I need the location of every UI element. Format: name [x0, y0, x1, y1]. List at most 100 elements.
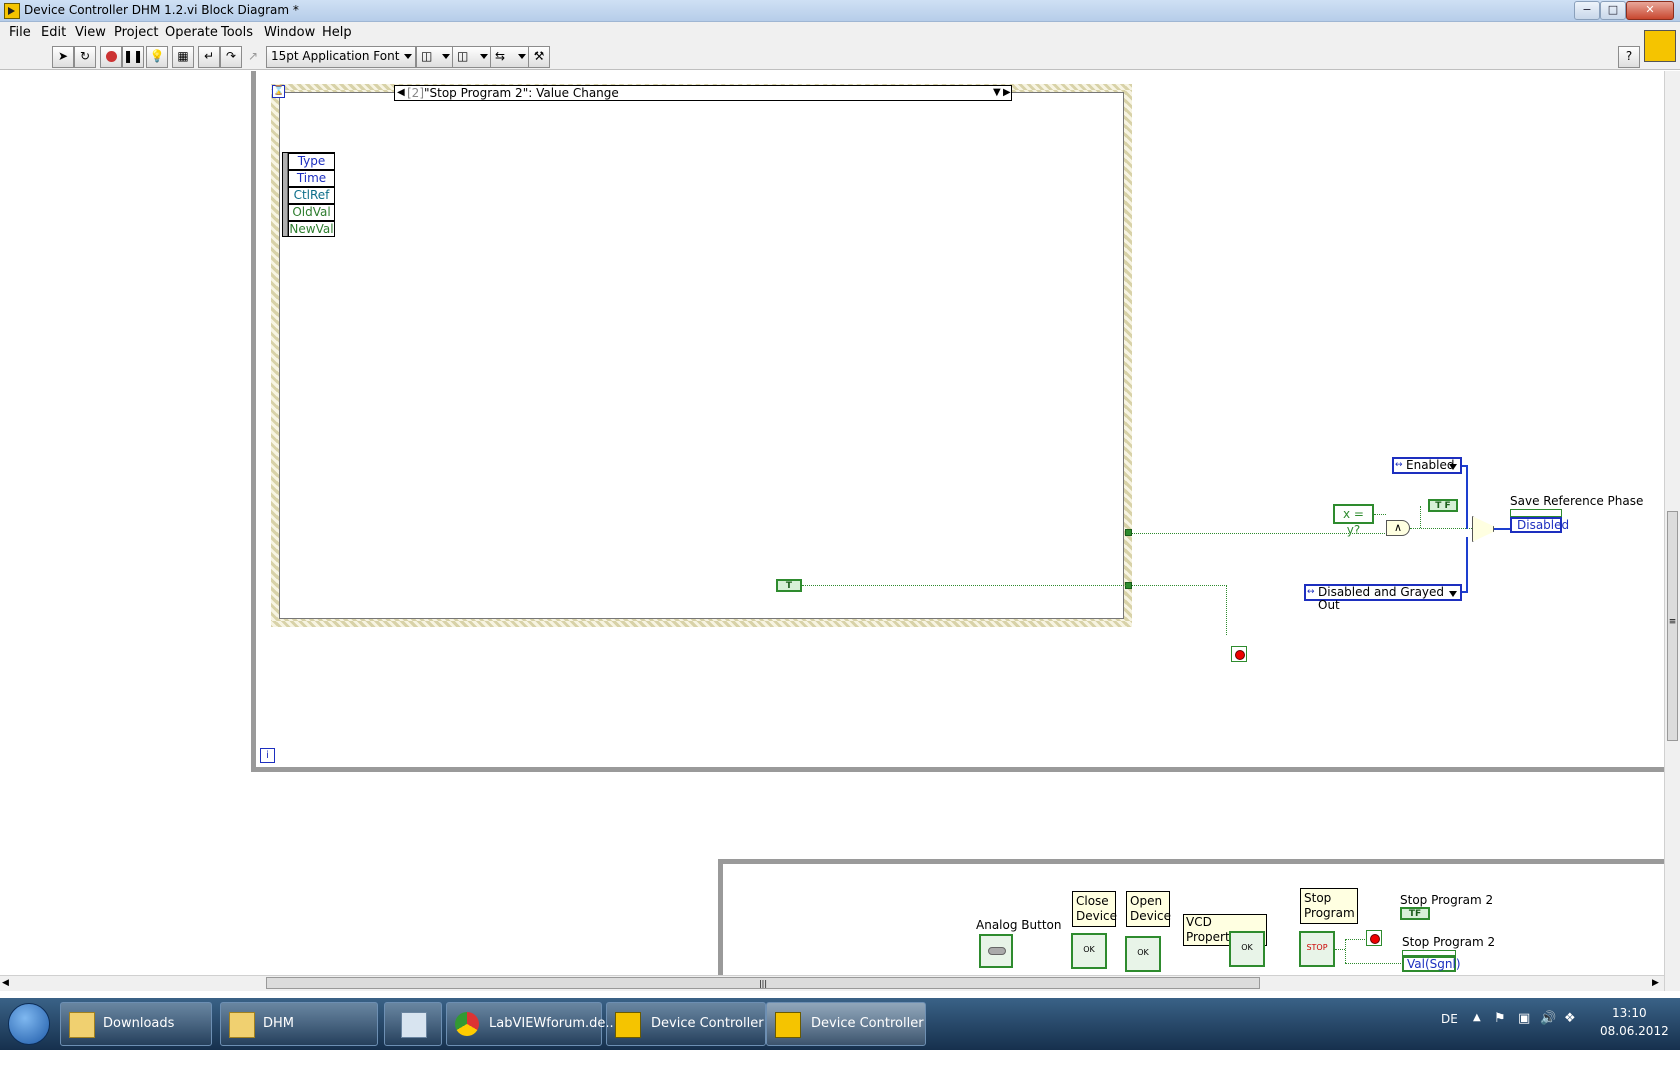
- run-continuously-icon[interactable]: ↻: [74, 46, 96, 68]
- vcd-properties-terminal[interactable]: OK: [1229, 931, 1265, 967]
- disabled-grayed-enum-constant[interactable]: Disabled and Grayed Out: [1304, 584, 1462, 612]
- taskbar-item-device-controller-1[interactable]: Device Controller ...: [606, 1002, 766, 1073]
- open-device-terminal[interactable]: OK: [1125, 936, 1161, 972]
- menu-window[interactable]: Window: [264, 25, 315, 40]
- taskbar: Downloads DHM LabVIEWforum.de... Device …: [0, 998, 1680, 1073]
- wire-stop-to-stopterm: [1345, 939, 1365, 940]
- stop-program-2-label-b: Stop Program 2: [1402, 935, 1496, 949]
- minimize-button[interactable]: −: [1574, 1, 1600, 20]
- output-tunnel-lower[interactable]: [1125, 582, 1132, 589]
- abort-icon[interactable]: [100, 46, 122, 68]
- menu-project[interactable]: Project: [114, 25, 158, 40]
- taskbar-item-device-controller-2[interactable]: Device Controller ...: [766, 1002, 926, 1073]
- stop-program-2-label-a: Stop Program 2: [1400, 893, 1494, 907]
- wire-true-to-tunnel: [802, 585, 1126, 586]
- wire-down-to-stop: [1226, 585, 1227, 635]
- event-data-newval: NewVal: [288, 221, 335, 237]
- vertical-scrollbar[interactable]: ≡: [1664, 71, 1680, 991]
- lower-loop-stop-terminal[interactable]: [1366, 930, 1382, 946]
- loop-iteration-terminal[interactable]: i: [260, 748, 275, 763]
- step-out-icon[interactable]: ↗: [242, 46, 264, 68]
- loop-stop-terminal[interactable]: [1231, 646, 1247, 662]
- boolean-indicator[interactable]: T F: [1428, 499, 1458, 512]
- window-title: Device Controller DHM 1.2.vi Block Diagr…: [24, 3, 299, 17]
- vi-icon[interactable]: [1644, 30, 1676, 62]
- distribute-objects-button[interactable]: ◫: [452, 46, 492, 68]
- taskbar-item-chrome[interactable]: LabVIEWforum.de...: [446, 1002, 618, 1046]
- val-sgnl-property[interactable]: Val(Sgnl): [1402, 956, 1461, 972]
- language-indicator[interactable]: DE: [1441, 1012, 1458, 1026]
- chevron-down-icon: [480, 54, 488, 59]
- horizontal-scrollbar[interactable]: ◀ ||| ▶: [0, 975, 1664, 991]
- labview-icon: [615, 1012, 641, 1038]
- highlight-execution-icon[interactable]: 💡: [146, 46, 168, 68]
- menu-edit[interactable]: Edit: [41, 25, 66, 40]
- output-tunnel-upper[interactable]: [1125, 529, 1132, 536]
- volume-icon[interactable]: 🔊: [1540, 1011, 1556, 1026]
- step-over-icon[interactable]: ↷: [220, 46, 242, 68]
- and-function[interactable]: ∧: [1386, 520, 1410, 536]
- true-constant[interactable]: T: [776, 579, 802, 592]
- menu-file[interactable]: File: [9, 25, 31, 40]
- cleanup-diagram-icon[interactable]: ⚒: [528, 46, 550, 68]
- close-button[interactable]: ✕: [1626, 1, 1674, 20]
- taskbar-item-explorer[interactable]: [384, 1002, 442, 1046]
- event-structure-frame[interactable]: [271, 84, 1132, 627]
- clock-date[interactable]: 08.06.2012: [1600, 1024, 1669, 1038]
- event-case-selector[interactable]: ◀ [2] "Stop Program 2": Value Change ▼ ▶: [394, 85, 1012, 101]
- taskbar-item-dhm[interactable]: DHM: [220, 1002, 378, 1046]
- dropbox-icon[interactable]: ❖: [1564, 1011, 1576, 1026]
- prev-case-icon[interactable]: ◀: [397, 86, 405, 100]
- next-case-icon[interactable]: ▶: [1003, 86, 1011, 100]
- distribute-icon: ◫: [457, 49, 469, 63]
- flag-icon[interactable]: ⚑: [1494, 1011, 1506, 1026]
- context-help-button[interactable]: ?: [1618, 46, 1640, 68]
- close-device-terminal[interactable]: OK: [1071, 933, 1107, 969]
- event-timeout-icon[interactable]: ⌛: [272, 85, 285, 98]
- wire-compare-to-and: [1374, 514, 1386, 515]
- menu-help[interactable]: Help: [322, 25, 352, 40]
- align-objects-button[interactable]: ◫: [416, 46, 454, 68]
- font-selector[interactable]: 15pt Application Font: [266, 46, 416, 68]
- select-function[interactable]: [1472, 516, 1494, 542]
- horizontal-scroll-thumb[interactable]: |||: [266, 977, 1260, 989]
- wire-stop-to-signal: [1345, 963, 1401, 964]
- save-ref-phase-label: Save Reference Phase: [1510, 494, 1644, 508]
- show-hidden-icons-icon[interactable]: ▲: [1473, 1012, 1481, 1023]
- chevron-down-icon: [442, 54, 450, 59]
- reorder-icon: ⇆: [495, 49, 506, 63]
- event-structure-interior[interactable]: [279, 92, 1124, 619]
- block-diagram-canvas[interactable]: i ⌛ ◀ [2] "Stop Program 2": Value Change…: [0, 71, 1664, 991]
- stop-program-2-terminal[interactable]: TF: [1400, 907, 1430, 920]
- folder-icon: [229, 1012, 255, 1038]
- vertical-scroll-thumb[interactable]: ≡: [1667, 511, 1678, 741]
- equal-compare-node[interactable]: x = y?: [1333, 504, 1374, 537]
- scroll-left-icon[interactable]: ◀: [2, 978, 9, 988]
- step-into-icon[interactable]: ↵: [198, 46, 220, 68]
- event-data-type: Type: [288, 153, 335, 170]
- menu-operate[interactable]: Operate: [165, 25, 218, 40]
- scroll-right-icon[interactable]: ▶: [1652, 978, 1659, 988]
- open-device-label: Open Device: [1126, 891, 1171, 927]
- menu-tools[interactable]: Tools: [221, 25, 253, 40]
- menu-view[interactable]: View: [75, 25, 106, 40]
- analog-button-icon: [988, 947, 1006, 955]
- event-data-node[interactable]: Type Time CtlRef OldVal NewVal: [282, 152, 335, 237]
- enabled-enum-constant[interactable]: Enabled: [1392, 457, 1462, 474]
- run-arrow-icon[interactable]: ➤: [52, 46, 74, 68]
- taskbar-item-downloads[interactable]: Downloads: [60, 1002, 212, 1046]
- analog-button-terminal[interactable]: [979, 934, 1013, 968]
- wire-select-to-property: [1494, 528, 1510, 530]
- retain-wire-values-icon[interactable]: ▦: [172, 46, 194, 68]
- stop-program-terminal[interactable]: STOP: [1299, 931, 1335, 967]
- maximize-button[interactable]: □: [1600, 1, 1626, 20]
- chrome-icon: [455, 1012, 479, 1036]
- case-dropdown-icon[interactable]: ▼: [993, 86, 1001, 100]
- property-node-disabled[interactable]: Disabled: [1510, 517, 1569, 533]
- while-loop-left-border: [251, 71, 256, 771]
- pause-icon[interactable]: ❚❚: [122, 46, 144, 68]
- network-icon[interactable]: ▣: [1518, 1011, 1530, 1026]
- clock-time[interactable]: 13:10: [1612, 1006, 1647, 1020]
- start-button-icon[interactable]: [8, 1003, 50, 1045]
- reorder-button[interactable]: ⇆: [490, 46, 530, 68]
